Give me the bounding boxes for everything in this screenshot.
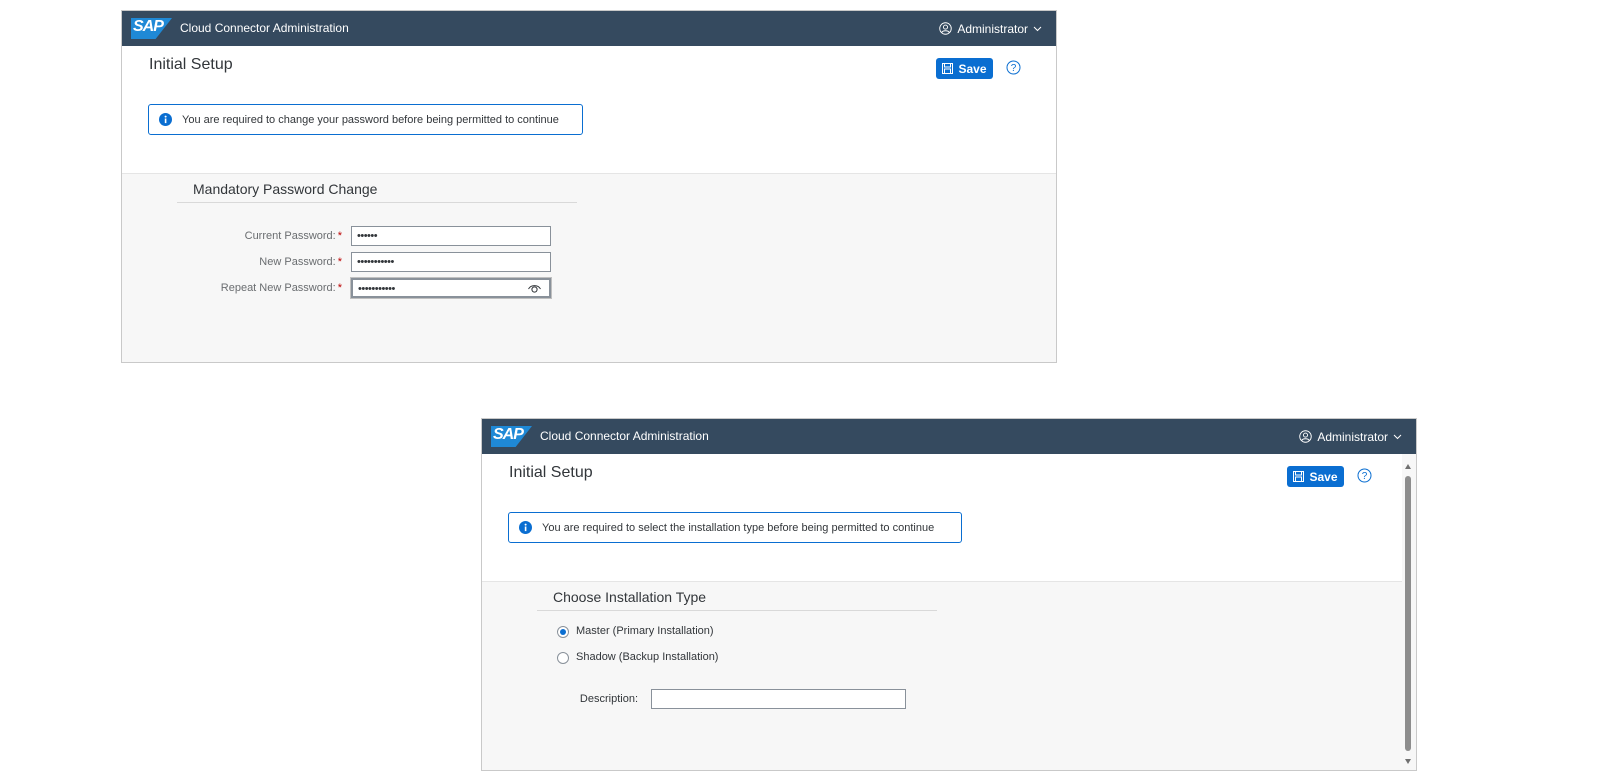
form-title: Choose Installation Type xyxy=(553,589,707,605)
save-button-label: Save xyxy=(958,61,987,76)
repeat-password-input[interactable]: ••••••••••• xyxy=(350,277,552,299)
form-title-divider xyxy=(177,202,577,203)
current-password-label: Current Password: * xyxy=(244,230,342,242)
radio-master-label[interactable]: Master (Primary Installation) xyxy=(576,625,714,637)
info-message-text: You are required to select the installat… xyxy=(542,521,935,534)
page-header: Initial Setup Save ? You are required to… xyxy=(122,46,1056,174)
chevron-down-icon xyxy=(1033,26,1042,31)
save-icon xyxy=(1293,471,1305,482)
info-message-strip: You are required to change your password… xyxy=(148,104,583,135)
installation-type-window: SAP Cloud Connector Administration Admin… xyxy=(481,418,1417,771)
svg-text:?: ? xyxy=(1362,471,1368,482)
info-icon xyxy=(519,521,532,534)
repeat-password-value: ••••••••••• xyxy=(358,283,395,295)
page-header: Initial Setup Save ? You are required to… xyxy=(482,454,1402,582)
svg-text:?: ? xyxy=(1011,63,1017,74)
shell-bar: SAP Cloud Connector Administration Admin… xyxy=(482,419,1416,454)
info-message-strip: You are required to select the installat… xyxy=(508,512,962,543)
show-password-icon[interactable] xyxy=(528,284,541,294)
password-change-window: SAP Cloud Connector Administration Admin… xyxy=(121,10,1057,363)
save-button-label: Save xyxy=(1309,469,1338,484)
radio-shadow-label[interactable]: Shadow (Backup Installation) xyxy=(576,651,718,663)
shell-bar: SAP Cloud Connector Administration Admin… xyxy=(122,11,1056,46)
user-avatar-icon xyxy=(1299,430,1313,443)
help-icon[interactable]: ? xyxy=(1006,60,1021,75)
user-name: Administrator xyxy=(957,21,1028,36)
required-asterisk: * xyxy=(337,230,342,242)
save-button[interactable]: Save xyxy=(936,58,993,79)
info-icon xyxy=(159,113,172,126)
scroll-up-arrow-icon[interactable] xyxy=(1405,464,1411,469)
app-title: Cloud Connector Administration xyxy=(180,21,349,35)
user-menu[interactable]: Administrator xyxy=(939,11,1042,46)
required-asterisk: * xyxy=(337,282,342,294)
new-password-input[interactable]: ••••••••••• xyxy=(351,252,551,272)
chevron-down-icon xyxy=(1393,434,1402,439)
radio-master[interactable] xyxy=(557,626,569,638)
sap-logo-text: SAP xyxy=(493,426,524,443)
scroll-down-arrow-icon[interactable] xyxy=(1405,759,1411,764)
help-icon[interactable]: ? xyxy=(1357,468,1372,483)
save-icon xyxy=(942,63,954,74)
description-input[interactable] xyxy=(651,689,906,709)
scrollbar-thumb[interactable] xyxy=(1405,476,1411,751)
user-menu[interactable]: Administrator xyxy=(1299,419,1402,454)
required-asterisk: * xyxy=(337,256,342,268)
app-title: Cloud Connector Administration xyxy=(540,429,709,443)
page-title: Initial Setup xyxy=(149,56,233,73)
info-message-text: You are required to change your password… xyxy=(182,113,559,126)
form-title: Mandatory Password Change xyxy=(193,181,378,197)
new-password-label: New Password: * xyxy=(259,256,342,268)
sap-logo-text: SAP xyxy=(133,18,164,35)
user-name: Administrator xyxy=(1317,429,1388,444)
vertical-scrollbar[interactable] xyxy=(1402,462,1415,768)
user-avatar-icon xyxy=(939,22,953,35)
form-title-divider xyxy=(537,610,937,611)
current-password-input[interactable]: •••••• xyxy=(351,226,551,246)
page-title: Initial Setup xyxy=(509,464,593,481)
description-label: Description: xyxy=(579,693,638,705)
repeat-password-label: Repeat New Password: * xyxy=(220,282,342,294)
radio-shadow[interactable] xyxy=(557,652,569,664)
save-button[interactable]: Save xyxy=(1287,466,1344,487)
